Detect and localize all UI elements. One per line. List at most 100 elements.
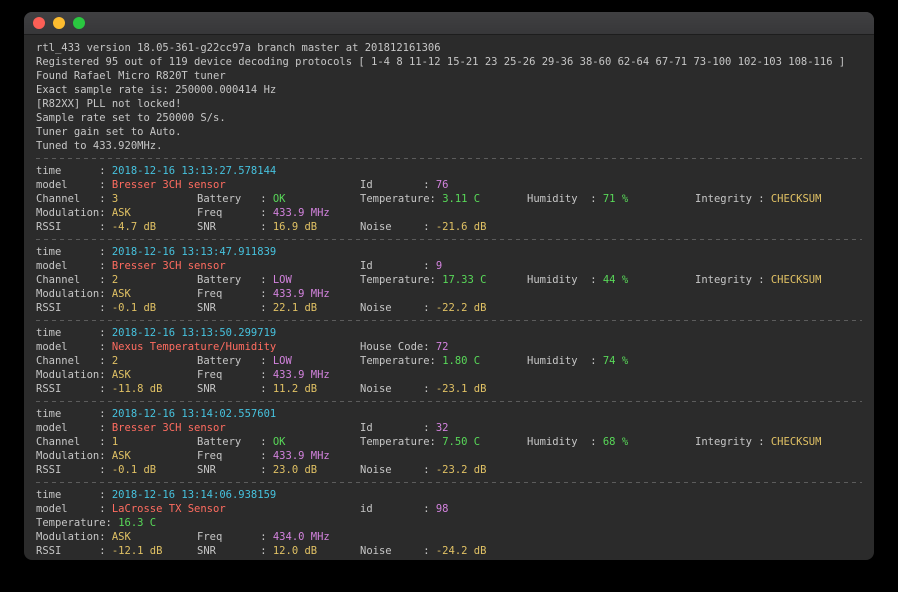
field-value: CHECKSUM [771, 274, 822, 286]
field-label: Modulation: [36, 531, 112, 543]
field-value: OK [273, 436, 286, 448]
field-label: time : [36, 246, 112, 258]
field-snr: SNR : 16.9 dB [197, 220, 317, 234]
field-label: Channel : [36, 355, 112, 367]
sensor-data-line: Modulation: ASK Freq : 433.9 MHz [36, 206, 862, 220]
field-freq: Freq : 433.9 MHz [197, 206, 330, 220]
field-snr: SNR : 22.1 dB [197, 301, 317, 315]
field-value: 74 % [603, 355, 628, 367]
field-integrity: Integrity : CHECKSUM [695, 273, 821, 287]
field-value: 32 [436, 422, 449, 434]
field-label: SNR : [197, 464, 273, 476]
field-label: Channel : [36, 436, 112, 448]
field-label: Channel : [36, 193, 112, 205]
terminal-header-line: Sample rate set to 250000 S/s. [36, 111, 862, 125]
sensor-data-line: Modulation: ASKFreq : 434.0 MHz [36, 530, 862, 544]
field-value: ASK [112, 450, 131, 462]
field-label: Battery : [197, 274, 273, 286]
field-value: ASK [112, 288, 131, 300]
field-label: Noise : [360, 383, 436, 395]
field-freq: Freq : 433.9 MHz [197, 449, 330, 463]
field-value: ASK [112, 369, 131, 381]
field-label: Integrity : [695, 436, 771, 448]
terminal-window: rtl_433 version 18.05-361-g22cc97a branc… [24, 12, 874, 560]
field-humidity: Humidity : 68 % [527, 435, 628, 449]
field-value: 433.9 MHz [273, 207, 330, 219]
sensor-data-line: time : 2018-12-16 13:13:47.911839 [36, 245, 862, 259]
field-modulation: Modulation: ASK [36, 206, 131, 220]
field-label: Humidity : [527, 355, 603, 367]
terminal-header-line: [R82XX] PLL not locked! [36, 97, 862, 111]
field-label: time : [36, 165, 112, 177]
field-rssi: RSSI : -11.8 dB [36, 382, 162, 396]
zoom-button-icon[interactable] [73, 17, 85, 29]
field-humidity: Humidity : 71 % [527, 192, 628, 206]
field-value: 98 [436, 503, 449, 515]
sensor-data-line: RSSI : -0.1 dBSNR : 22.1 dBNoise : -22.2… [36, 301, 862, 315]
field-value: 1.80 C [442, 355, 480, 367]
field-label: time : [36, 327, 112, 339]
field-label: Freq : [197, 450, 273, 462]
field-value: 2018-12-16 13:14:06.938159 [112, 489, 276, 501]
terminal-output[interactable]: rtl_433 version 18.05-361-g22cc97a branc… [24, 35, 874, 558]
field-id: id : 98 [360, 502, 449, 516]
sensor-data-line: RSSI : -11.8 dBSNR : 11.2 dBNoise : -23.… [36, 382, 862, 396]
field-label: Temperature: [360, 436, 442, 448]
field-value: -23.1 dB [436, 383, 487, 395]
field-label: SNR : [197, 221, 273, 233]
terminal-header-line: rtl_433 version 18.05-361-g22cc97a branc… [36, 41, 862, 55]
field-label: time : [36, 408, 112, 420]
field-value: 2018-12-16 13:13:50.299719 [112, 327, 276, 339]
field-value: LOW [273, 355, 292, 367]
field-value: 2 [112, 274, 118, 286]
close-button-icon[interactable] [33, 17, 45, 29]
field-value: 11.2 dB [273, 383, 317, 395]
field-temperature: Temperature: 1.80 C [360, 354, 480, 368]
field-value: Nexus Temperature/Humidity [112, 341, 276, 353]
field-label: Noise : [360, 545, 436, 557]
sensor-data-line: model : Bresser 3CH sensorId : 76 [36, 178, 862, 192]
field-time: time : 2018-12-16 13:14:02.557601 [36, 407, 276, 421]
sensor-data-line: Channel : 1Battery : OKTemperature: 7.50… [36, 435, 862, 449]
field-label: Id : [360, 260, 436, 272]
field-freq: Freq : 433.9 MHz [197, 287, 330, 301]
field-value: 3.11 C [442, 193, 480, 205]
field-channel: Channel : 2 [36, 273, 118, 287]
field-modulation: Modulation: ASK [36, 530, 131, 544]
field-label: RSSI : [36, 302, 112, 314]
field-label: Modulation: [36, 450, 112, 462]
field-label: Freq : [197, 531, 273, 543]
field-label: Freq : [197, 207, 273, 219]
field-time: time : 2018-12-16 13:13:47.911839 [36, 245, 276, 259]
sensor-data-line: model : LaCrosse TX Sensorid : 98 [36, 502, 862, 516]
field-label: Noise : [360, 221, 436, 233]
field-label: Battery : [197, 355, 273, 367]
field-integrity: Integrity : CHECKSUM [695, 435, 821, 449]
minimize-button-icon[interactable] [53, 17, 65, 29]
field-value: 16.9 dB [273, 221, 317, 233]
block-separator [36, 158, 862, 159]
sensor-data-line: model : Bresser 3CH sensorId : 9 [36, 259, 862, 273]
field-value: -11.8 dB [112, 383, 163, 395]
window-title-bar[interactable] [24, 12, 874, 35]
field-value: 76 [436, 179, 449, 191]
field-temperature: Temperature: 3.11 C [360, 192, 480, 206]
sensor-data-line: Channel : 2Battery : LOWTemperature: 17.… [36, 273, 862, 287]
field-temperature: Temperature: 17.33 C [360, 273, 486, 287]
field-modulation: Modulation: ASK [36, 287, 131, 301]
field-value: CHECKSUM [771, 436, 822, 448]
field-label: time : [36, 489, 112, 501]
sensor-data-line: Temperature: 16.3 C [36, 516, 862, 530]
field-value: 2018-12-16 13:13:27.578144 [112, 165, 276, 177]
terminal-header-line: Found Rafael Micro R820T tuner [36, 69, 862, 83]
field-model: model : Bresser 3CH sensor [36, 259, 226, 273]
terminal-header-line: Tuner gain set to Auto. [36, 125, 862, 139]
field-label: Integrity : [695, 274, 771, 286]
sensor-data-line: time : 2018-12-16 13:13:27.578144 [36, 164, 862, 178]
field-value: 71 % [603, 193, 628, 205]
field-label: Temperature: [36, 517, 118, 529]
field-temperature: Temperature: 7.50 C [360, 435, 480, 449]
field-value: 17.33 C [442, 274, 486, 286]
field-noise: Noise : -23.2 dB [360, 463, 486, 477]
sensor-data-line: model : Bresser 3CH sensorId : 32 [36, 421, 862, 435]
